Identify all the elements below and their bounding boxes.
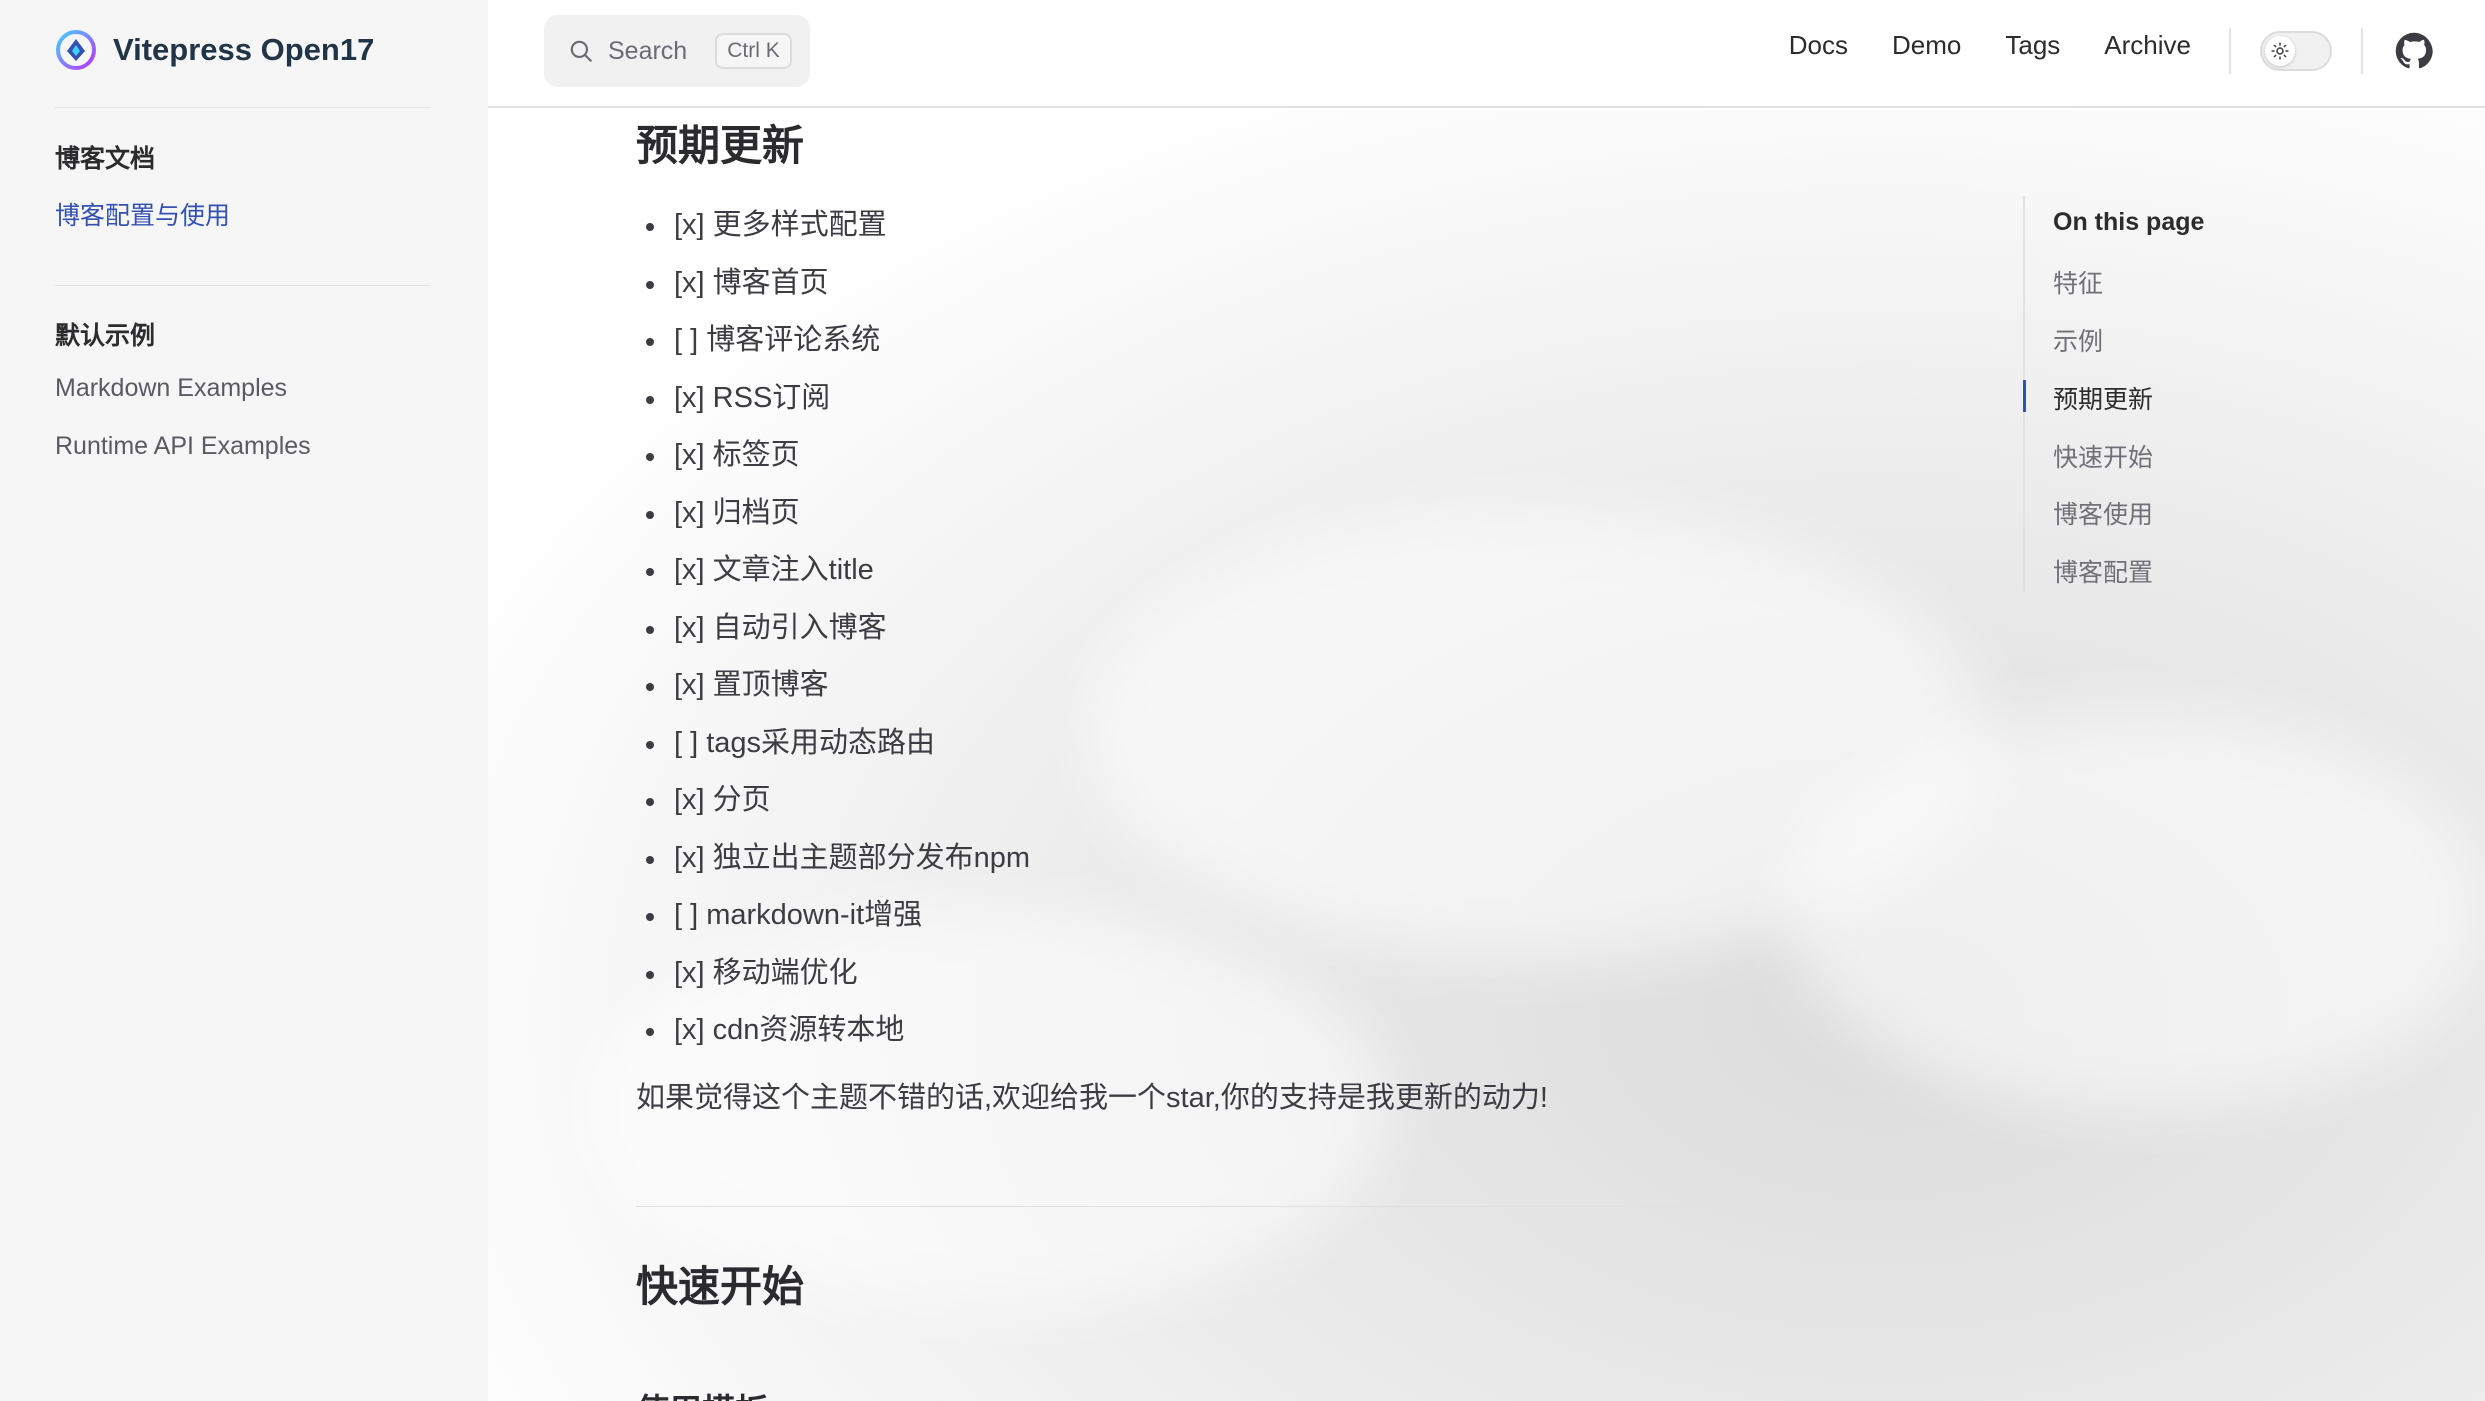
list-item: [x] 自动引入博客 xyxy=(636,600,1886,658)
sun-icon xyxy=(2265,36,2295,66)
document: 预期更新 [x] 更多样式配置 [x] 博客首页 [ ] 博客评论系统 [x] … xyxy=(636,110,1886,1401)
list-item: [x] 博客首页 xyxy=(636,255,1886,313)
main-content: 预期更新 [x] 更多样式配置 [x] 博客首页 [ ] 博客评论系统 [x] … xyxy=(488,110,2485,1401)
outline-item-blog-config[interactable]: 博客配置 xyxy=(2053,553,2153,589)
outline-active-marker xyxy=(2023,380,2026,412)
list-item: [x] cdn资源转本地 xyxy=(636,1002,1886,1060)
brand[interactable]: Vitepress Open17 xyxy=(55,26,374,74)
site-title: Vitepress Open17 xyxy=(113,32,375,67)
outline-item-features[interactable]: 特征 xyxy=(2053,264,2103,300)
sidebar-divider xyxy=(55,107,431,108)
sidebar-group-title: 默认示例 xyxy=(55,322,156,350)
search-icon xyxy=(570,40,592,62)
list-item: [x] 归档页 xyxy=(636,485,1886,543)
support-paragraph: 如果觉得这个主题不错的话,欢迎给我一个star,你的支持是我更新的动力! xyxy=(636,1081,1548,1114)
section-heading: 预期更新 xyxy=(636,122,805,169)
main-nav: Docs Demo Tags Archive xyxy=(1789,30,2191,61)
nav-docs[interactable]: Docs xyxy=(1789,30,1848,61)
sidebar-divider xyxy=(55,285,431,286)
list-item: [x] 分页 xyxy=(636,772,1886,830)
list-item: [ ] markdown-it增强 xyxy=(636,887,1886,945)
outline-item-blog-usage[interactable]: 博客使用 xyxy=(2053,495,2153,531)
list-item: [x] 独立出主题部分发布npm xyxy=(636,830,1886,888)
sidebar-item-runtime-api-examples[interactable]: Runtime API Examples xyxy=(55,432,311,461)
github-icon[interactable] xyxy=(2395,32,2433,70)
list-item: [ ] 博客评论系统 xyxy=(636,312,1886,370)
theme-toggle[interactable] xyxy=(2260,31,2332,71)
list-item: [x] RSS订阅 xyxy=(636,370,1886,428)
top-navbar: Search Ctrl K Docs Demo Tags Archive xyxy=(488,0,2485,108)
subsection-heading: 使用模板 xyxy=(636,1384,1886,1401)
list-item: [x] 标签页 xyxy=(636,427,1886,485)
outline-item-quick-start[interactable]: 快速开始 xyxy=(2053,438,2153,474)
sidebar-group-title: 博客文档 xyxy=(55,145,156,173)
section-heading: 快速开始 xyxy=(636,1262,805,1310)
sidebar-item-blog-config[interactable]: 博客配置与使用 xyxy=(55,196,230,232)
sidebar: Vitepress Open17 博客文档 博客配置与使用 默认示例 Markd… xyxy=(0,0,488,1401)
list-item: [x] 文章注入title xyxy=(636,542,1886,600)
search-label: Search xyxy=(608,36,688,65)
list-item: [ ] tags采用动态路由 xyxy=(636,715,1886,773)
outline-item-expected-updates[interactable]: 预期更新 xyxy=(2053,380,2153,416)
list-item: [x] 置顶博客 xyxy=(636,657,1886,715)
nav-tags[interactable]: Tags xyxy=(2005,30,2060,61)
search-shortcut: Ctrl K xyxy=(715,33,792,69)
list-item: [x] 更多样式配置 xyxy=(636,197,1886,255)
nav-divider xyxy=(2229,28,2231,74)
nav-demo[interactable]: Demo xyxy=(1892,30,1961,61)
cloud-background xyxy=(1788,710,2485,1110)
sidebar-item-markdown-examples[interactable]: Markdown Examples xyxy=(55,374,287,403)
todo-list: [x] 更多样式配置 [x] 博客首页 [ ] 博客评论系统 [x] RSS订阅… xyxy=(636,197,1886,1060)
outline-item-examples[interactable]: 示例 xyxy=(2053,322,2103,358)
outline-title: On this page xyxy=(2053,208,2205,236)
section-divider xyxy=(636,1205,1886,1207)
search-button[interactable]: Search Ctrl K xyxy=(544,15,810,87)
vitepress-logo-icon xyxy=(56,30,96,70)
nav-divider xyxy=(2361,28,2363,74)
nav-archive[interactable]: Archive xyxy=(2104,30,2191,61)
list-item: [x] 移动端优化 xyxy=(636,945,1886,1003)
